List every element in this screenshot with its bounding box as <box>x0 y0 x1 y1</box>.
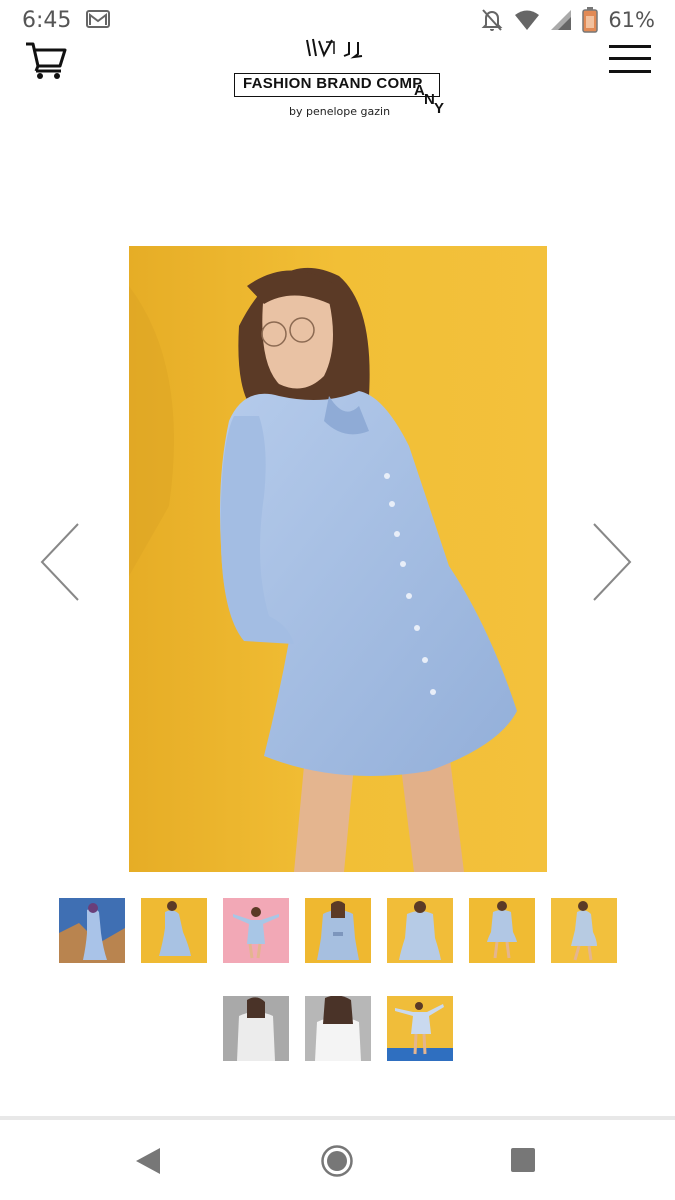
brand-byline: by penelope gazin <box>289 105 391 118</box>
thumbnail[interactable] <box>222 898 289 963</box>
thumb-sea <box>386 1048 453 1061</box>
thumbnail-row <box>0 996 675 1061</box>
thumbnail[interactable] <box>468 898 535 963</box>
system-nav-bar <box>0 1120 675 1200</box>
chevron-right-icon[interactable] <box>590 522 634 602</box>
thumb-dress <box>236 1012 275 1061</box>
home-icon[interactable] <box>320 1144 354 1178</box>
cell-signal-icon <box>551 10 572 30</box>
recent-apps-icon[interactable] <box>510 1147 536 1173</box>
thumbnail[interactable] <box>222 996 289 1061</box>
main-product-image[interactable] <box>129 246 547 872</box>
gmail-icon <box>86 10 110 28</box>
thumbnail[interactable] <box>304 996 371 1061</box>
notifications-off-icon <box>481 9 503 31</box>
thumbnail[interactable] <box>58 898 125 963</box>
brand-name-tail: A N Y <box>412 82 452 122</box>
model-photo <box>129 246 547 872</box>
menu-icon[interactable] <box>609 44 651 74</box>
thumbnail[interactable] <box>140 898 207 963</box>
status-time: 6:45 <box>22 8 72 33</box>
status-icons: 61% <box>480 6 655 34</box>
chevron-left-icon[interactable] <box>38 522 82 602</box>
thumbnail[interactable] <box>550 898 617 963</box>
cart-icon[interactable] <box>24 40 68 80</box>
battery-percentage: 61% <box>608 8 655 32</box>
thumbnail-row <box>0 898 675 963</box>
thumbnail[interactable] <box>386 898 453 963</box>
wifi-icon <box>515 10 540 30</box>
thumbnail[interactable] <box>304 898 371 963</box>
thumbnail[interactable] <box>386 996 453 1061</box>
site-header: FASHION BRAND COMP A N Y by penelope gaz… <box>0 36 675 126</box>
brand-tail-letter: Y <box>434 100 445 117</box>
back-icon[interactable] <box>134 1146 162 1176</box>
status-bar: 6:45 61% <box>0 0 675 40</box>
battery-icon <box>582 7 599 33</box>
brand-name: FASHION BRAND COMP <box>243 75 423 92</box>
logo-illustration <box>306 38 363 59</box>
